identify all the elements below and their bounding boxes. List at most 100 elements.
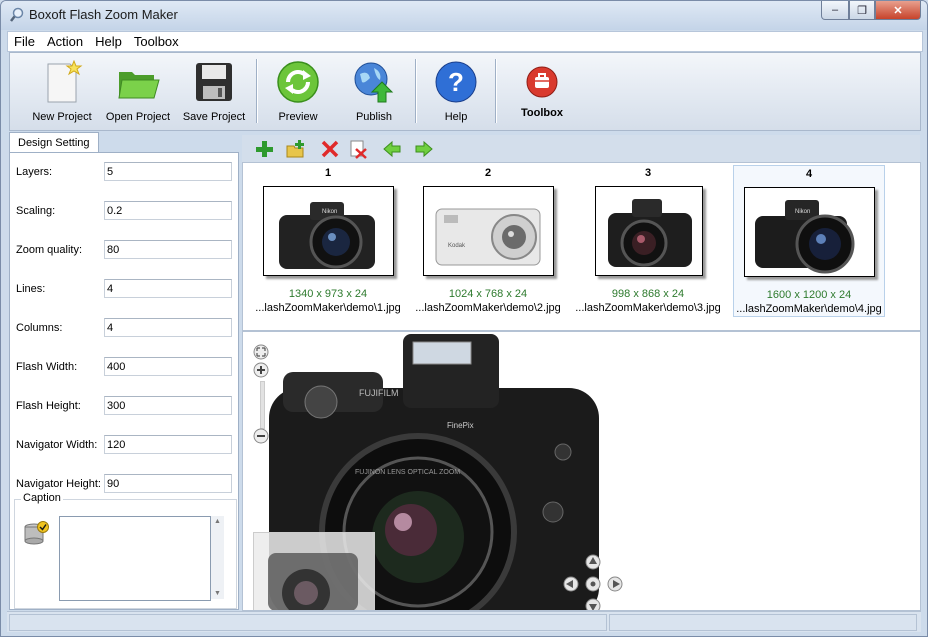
minimize-icon: ‒ [831, 4, 839, 16]
svg-text:Nikon: Nikon [322, 209, 337, 215]
status-segment [9, 614, 607, 631]
scaling-field[interactable]: 0.2 [104, 201, 232, 220]
help-question-icon: ? [435, 61, 477, 103]
thumbnail-image [595, 186, 703, 276]
caption-group: Caption ▲ ▼ [14, 492, 237, 609]
pan-control[interactable] [561, 554, 625, 611]
svg-text:FinePix: FinePix [447, 421, 474, 430]
publish-button[interactable]: Publish [342, 53, 406, 130]
thumbnail-path: ...lashZoomMaker\demo\3.jpg [575, 302, 721, 314]
add-folder-icon[interactable] [286, 139, 306, 159]
toolbox-icon [526, 66, 558, 98]
thumbnail-number: 4 [805, 168, 813, 180]
toolbox-button[interactable]: Toolbox [508, 53, 576, 130]
lines-field[interactable]: 4 [104, 279, 232, 298]
thumbnail-number: 2 [484, 167, 492, 179]
menu-toolbox[interactable]: Toolbox [128, 32, 185, 51]
layers-field[interactable]: 5 [104, 162, 232, 181]
menu-file[interactable]: File [8, 32, 41, 51]
image-list-toolbar [242, 135, 920, 162]
image-thumbnail-list: 1 Nikon 1340 x 973 x 24 ...lashZoomMaker… [242, 162, 921, 331]
flash-height-label: Flash Height: [16, 400, 81, 412]
svg-text:FUJIFILM: FUJIFILM [359, 388, 399, 398]
maximize-button[interactable]: ❐ [849, 1, 875, 20]
navigator-height-label: Navigator Height: [16, 478, 101, 490]
scroll-up-icon[interactable]: ▲ [214, 518, 221, 525]
thumbnail-path: ...lashZoomMaker\demo\4.jpg [736, 303, 882, 315]
toolbox-label: Toolbox [521, 107, 563, 119]
thumbnail-path: ...lashZoomMaker\demo\1.jpg [255, 302, 401, 314]
window-title: Boxoft Flash Zoom Maker [29, 7, 178, 22]
thumbnail-item[interactable]: 3 998 x 868 x 24 ...lashZoomMaker\demo\3… [573, 165, 723, 315]
navigator-window[interactable] [253, 532, 375, 610]
caption-scrollbar[interactable]: ▲ ▼ [211, 516, 224, 599]
publish-globe-icon [354, 62, 394, 103]
help-button[interactable]: ? Help [426, 53, 486, 130]
design-panel: Design Setting Layers: 5 Scaling: 0.2 Zo… [9, 132, 239, 610]
svg-text:FUJINON LENS OPTICAL ZOOM: FUJINON LENS OPTICAL ZOOM [355, 469, 460, 476]
camera-image: Nikon [279, 202, 375, 269]
menu-bar: File Action Help Toolbox [7, 31, 923, 52]
columns-field[interactable]: 4 [104, 318, 232, 337]
thumbnail-image: Kodak [423, 186, 554, 276]
thumbnail-dimensions: 998 x 868 x 24 [611, 288, 685, 300]
open-project-label: Open Project [105, 111, 171, 123]
thumbnail-dimensions: 1024 x 768 x 24 [448, 288, 528, 300]
close-button[interactable]: ✕ [875, 1, 921, 20]
navigator-width-field[interactable]: 120 [104, 435, 232, 454]
design-settings-body: Layers: 5 Scaling: 0.2 Zoom quality: 80 … [9, 152, 239, 610]
lines-label: Lines: [16, 283, 46, 295]
help-label: Help [444, 111, 468, 123]
thumbnail-item[interactable]: 2 Kodak 1024 x 768 x 24 ...lashZoomMaker… [413, 165, 563, 315]
title-bar: Boxoft Flash Zoom Maker ‒ ❐ ✕ [1, 1, 927, 30]
camera-image [608, 199, 692, 267]
save-project-button[interactable]: Save Project [178, 53, 250, 130]
new-document-icon [47, 60, 83, 103]
preview-label: Preview [278, 111, 318, 123]
toolbar-separator [495, 59, 497, 123]
menu-help[interactable]: Help [89, 32, 128, 51]
save-project-label: Save Project [182, 111, 246, 123]
toolbar-separator [415, 59, 417, 123]
arrow-left-icon[interactable] [382, 139, 402, 159]
app-window: Boxoft Flash Zoom Maker ‒ ❐ ✕ File Actio… [0, 0, 928, 637]
caption-database-icon[interactable] [23, 520, 49, 546]
thumbnail-number: 1 [324, 167, 332, 179]
close-icon: ✕ [893, 4, 903, 17]
thumbnail-item-selected[interactable]: 4 Nikon 1600 x 1200 x 24 ...lashZoomMake… [733, 165, 885, 317]
zoom-preview-area: FUJIFILM FinePix FUJINON LENS OPTICAL ZO… [242, 331, 921, 611]
thumbnail-dimensions: 1340 x 973 x 24 [288, 288, 368, 300]
flash-height-field[interactable]: 300 [104, 396, 232, 415]
arrow-right-icon[interactable] [414, 139, 434, 159]
plus-icon[interactable] [254, 139, 274, 159]
svg-text:?: ? [448, 67, 464, 97]
publish-label: Publish [355, 111, 393, 123]
flash-width-field[interactable]: 400 [104, 357, 232, 376]
zoom-quality-field[interactable]: 80 [104, 240, 232, 259]
restore-icon: ❐ [857, 4, 867, 17]
thumbnail-item[interactable]: 1 Nikon 1340 x 973 x 24 ...lashZoomMaker… [253, 165, 403, 315]
minimize-button[interactable]: ‒ [821, 1, 849, 20]
thumbnail-image: Nikon [263, 186, 394, 276]
clear-list-icon[interactable] [348, 139, 368, 159]
flash-width-label: Flash Width: [16, 361, 78, 373]
open-project-button[interactable]: Open Project [102, 53, 174, 130]
preview-refresh-icon [277, 61, 319, 103]
delete-icon[interactable] [320, 139, 340, 159]
tab-design-setting[interactable]: Design Setting [9, 132, 99, 153]
thumbnail-number: 3 [644, 167, 652, 179]
status-bar [7, 611, 921, 632]
svg-text:Nikon: Nikon [795, 209, 810, 215]
navigator-height-field[interactable]: 90 [104, 474, 232, 493]
zoom-quality-label: Zoom quality: [16, 244, 83, 256]
thumbnail-dimensions: 1600 x 1200 x 24 [766, 289, 852, 301]
camera-image: Nikon [755, 200, 855, 274]
new-project-button[interactable]: New Project [24, 53, 100, 130]
menu-action[interactable]: Action [41, 32, 89, 51]
scroll-down-icon[interactable]: ▼ [214, 590, 221, 597]
caption-textarea[interactable] [59, 516, 211, 601]
app-icon [10, 7, 24, 22]
preview-button[interactable]: Preview [266, 53, 330, 130]
svg-text:Kodak: Kodak [448, 243, 466, 249]
new-project-label: New Project [32, 111, 92, 123]
